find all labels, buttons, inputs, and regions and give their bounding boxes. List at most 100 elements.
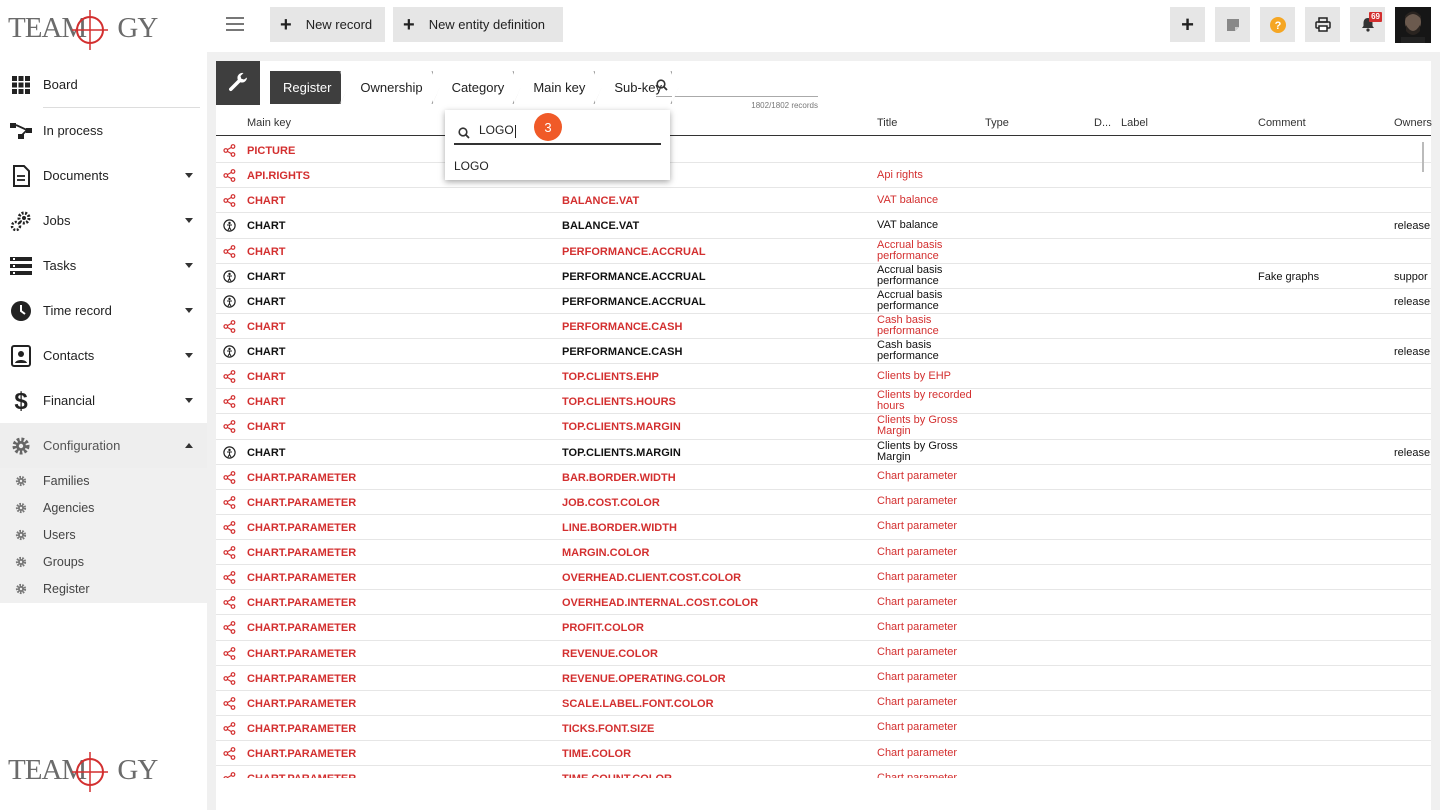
table-row[interactable]: CHART.PARAMETER JOB.COST.COLOR Chart param… <box>216 490 1431 515</box>
menu-toggle-icon[interactable] <box>226 17 244 31</box>
main-key-cell: CHART <box>247 320 286 333</box>
sidebar-item-jobs[interactable]: Jobs <box>0 198 207 243</box>
table-row[interactable]: CHART PERFORMANCE.ACCRUAL Accrual basis pe… <box>216 289 1431 314</box>
table-row[interactable]: CHART BALANCE.VAT VAT balance release <box>216 213 1431 239</box>
sidebar-item-documents[interactable]: Documents <box>0 153 207 198</box>
table-row[interactable]: CHART.PARAMETER PROFIT.COLOR Chart paramet… <box>216 615 1431 641</box>
sub-key-cell: BALANCE.VAT <box>562 220 640 233</box>
sidebar-item-contacts[interactable]: Contacts <box>0 333 207 378</box>
breadcrumb-ownership[interactable]: Ownership <box>347 71 440 104</box>
table-header: Main key Title Type D... Label Comment O… <box>216 114 1432 135</box>
table-row[interactable]: CHART.PARAMETER MARGIN.COLOR Chart paramet… <box>216 540 1431 566</box>
sub-key-cell: PROFIT.COLOR <box>562 622 644 635</box>
sidebar-item-label: Jobs <box>43 213 71 228</box>
owner-cell: suppor <box>1394 270 1428 283</box>
table-row[interactable]: CHART.PARAMETER BAR.BORDER.WIDTH Chart par… <box>216 465 1431 490</box>
chevron-down-icon[interactable] <box>185 398 193 403</box>
sub-key-cell: MARGIN.COLOR <box>562 547 650 559</box>
breadcrumb-main-key[interactable]: Main key <box>520 71 603 104</box>
share-icon <box>223 244 236 261</box>
table-row[interactable]: CHART PERFORMANCE.ACCRUAL Accrual basis pe… <box>216 239 1431 264</box>
col-type[interactable]: Type <box>985 117 1009 129</box>
table-row[interactable]: API.RIGHTS Api rights <box>216 163 1431 189</box>
table-row[interactable]: CHART TOP.CLIENTS.EHP Clients by EHP <box>216 364 1431 390</box>
col-comment[interactable]: Comment <box>1258 117 1306 129</box>
sub-key-cell: TIME.COLOR <box>562 748 632 760</box>
share-icon <box>223 696 236 713</box>
sidebar-item-configuration[interactable]: Configuration <box>0 423 207 468</box>
table-row[interactable]: CHART.PARAMETER SCALE.LABEL.FONT.COLOR Cha… <box>216 691 1431 716</box>
table-row[interactable]: CHART.PARAMETER REVENUE.COLOR Chart parame… <box>216 641 1431 666</box>
chevron-down-icon[interactable] <box>185 218 193 223</box>
sidebar-nav: Board In process Documents Jobs Tasks Time re… <box>0 62 207 603</box>
sidebar-item-board[interactable]: Board <box>0 62 207 107</box>
config-item-register[interactable]: Register <box>0 576 207 603</box>
document-icon <box>10 164 32 187</box>
share-icon <box>223 520 236 537</box>
main-key-cell: CHART <box>247 446 286 459</box>
table-row[interactable]: CHART BALANCE.VAT VAT balance <box>216 188 1431 214</box>
chevron-down-icon[interactable] <box>185 173 193 178</box>
notifications-button[interactable]: 69 <box>1350 7 1385 42</box>
note-button[interactable] <box>1215 7 1250 42</box>
add-button[interactable]: + <box>1170 7 1205 42</box>
breadcrumb-category[interactable]: Category <box>439 71 522 104</box>
col-d[interactable]: D... <box>1094 117 1111 129</box>
config-item-groups[interactable]: Groups <box>0 549 207 576</box>
table-row[interactable]: CHART PERFORMANCE.CASH Cash basis performa… <box>216 314 1431 339</box>
table-row[interactable]: CHART.PARAMETER TIME.COLOR Chart parameter <box>216 741 1431 767</box>
share-icon <box>223 169 236 185</box>
teamogy-logo[interactable]: TEAM GY <box>8 6 158 54</box>
table-row[interactable]: CHART.PARAMETER TICKS.FONT.SIZE Chart para… <box>216 716 1431 741</box>
help-button[interactable]: ? <box>1260 7 1295 42</box>
table-row[interactable]: CHART TOP.CLIENTS.HOURS Clients by recorde… <box>216 389 1431 415</box>
tasks-icon <box>10 255 32 277</box>
share-icon <box>223 646 236 663</box>
title-cell: Chart parameter <box>877 520 958 533</box>
title-cell: Chart parameter <box>877 671 958 684</box>
sub-key-cell: REVENUE.COLOR <box>562 647 658 660</box>
chevron-up-icon[interactable] <box>185 443 193 448</box>
chevron-down-icon[interactable] <box>185 308 193 313</box>
table-scrollbar[interactable] <box>1422 142 1424 172</box>
sidebar-item-time-record[interactable]: Time record <box>0 288 207 333</box>
table-row[interactable]: CHART.PARAMETER LINE.BORDER.WIDTH Chart pa… <box>216 515 1431 540</box>
breadcrumb-register[interactable]: Register <box>270 71 349 104</box>
config-item-families[interactable]: Families <box>0 468 207 495</box>
table-row[interactable]: CHART TOP.CLIENTS.MARGIN Clients by Gross … <box>216 440 1431 465</box>
table-row[interactable]: CHART.PARAMETER OVERHEAD.INTERNAL.COST.CO… <box>216 590 1431 616</box>
table-row[interactable]: CHART.PARAMETER TIME.COUNT.COLOR Chart par… <box>216 766 1431 778</box>
config-item-agencies[interactable]: Agencies <box>0 495 207 522</box>
sidebar-item-tasks[interactable]: Tasks <box>0 243 207 288</box>
sub-key-cell: TOP.CLIENTS.MARGIN <box>562 421 681 434</box>
col-owners[interactable]: Owners <box>1394 117 1432 129</box>
table-row[interactable]: CHART PERFORMANCE.CASH Cash basis performa… <box>216 339 1431 365</box>
chevron-down-icon[interactable] <box>185 353 193 358</box>
config-item-users[interactable]: Users <box>0 522 207 549</box>
chevron-down-icon[interactable] <box>185 263 193 268</box>
table-row[interactable]: CHART PERFORMANCE.ACCRUAL Accrual basis pe… <box>216 264 1431 289</box>
main-key-cell: CHART.PARAMETER <box>247 647 357 660</box>
main-key-cell: CHART <box>247 371 286 384</box>
table-row[interactable]: CHART.PARAMETER REVENUE.OPERATING.COLOR Ch… <box>216 666 1431 691</box>
new-record-button[interactable]: + New record <box>270 7 385 42</box>
new-entity-definition-button[interactable]: + New entity definition <box>393 7 563 42</box>
text-cursor <box>514 124 516 138</box>
col-title[interactable]: Title <box>877 117 897 129</box>
title-cell: Chart parameter <box>877 495 958 508</box>
accessibility-icon <box>223 345 236 361</box>
sidebar-item-label: Tasks <box>43 258 77 273</box>
col-main-key[interactable]: Main key <box>247 117 291 129</box>
table-row[interactable]: PICTURE <box>216 138 1431 164</box>
title-cell: Chart parameter <box>877 771 958 778</box>
sidebar-item-in-process[interactable]: In process <box>0 108 207 153</box>
table-row[interactable]: CHART TOP.CLIENTS.MARGIN Clients by Gross … <box>216 414 1431 440</box>
user-avatar[interactable] <box>1395 7 1431 43</box>
share-icon <box>223 747 236 763</box>
print-button[interactable] <box>1305 7 1340 42</box>
table-row[interactable]: CHART.PARAMETER OVERHEAD.CLIENT.COST.COLO… <box>216 565 1431 591</box>
title-cell: VAT balance <box>877 218 939 231</box>
sidebar-item-financial[interactable]: $ Financial <box>0 378 207 423</box>
filter-option-logo[interactable]: LOGO <box>454 159 489 173</box>
col-label[interactable]: Label <box>1121 117 1148 129</box>
